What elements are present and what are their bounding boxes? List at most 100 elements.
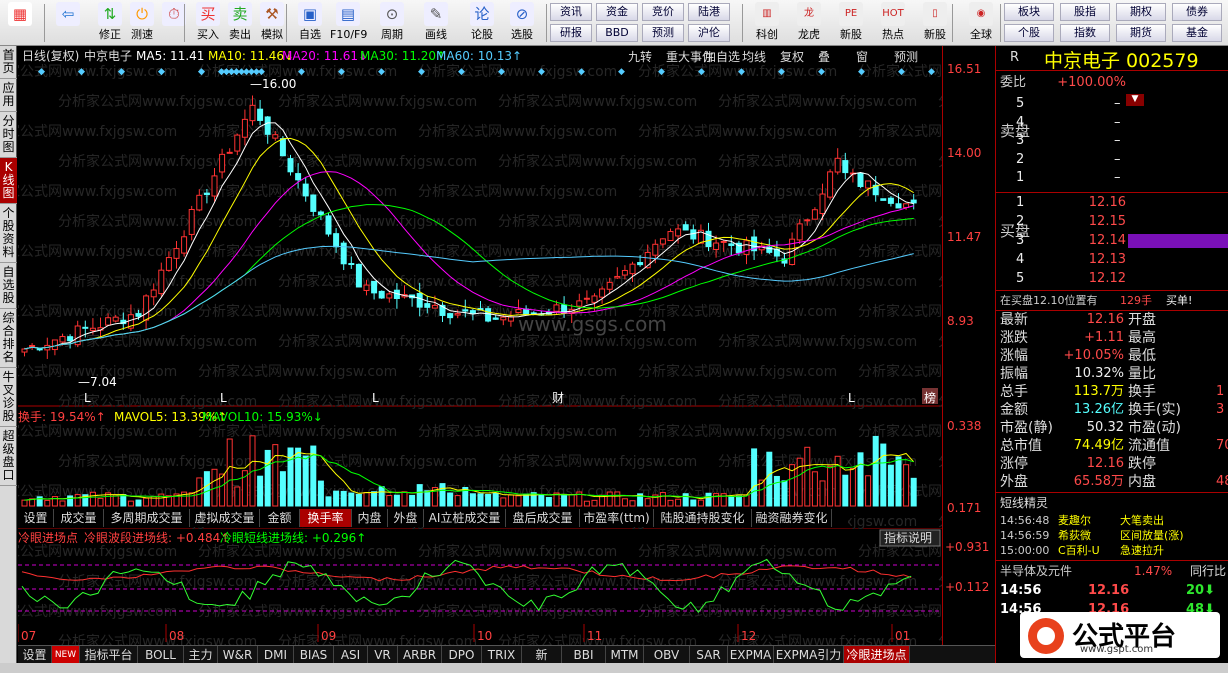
volume-tabs: 设置 成交量 多周期成交量 虚拟成交量 金额 换手率 内盘 外盘 AI立桩成交量 盘后成交量 市盈率…: [18, 509, 848, 527]
indicator-tab[interactable]: BBI: [562, 646, 606, 664]
market-link[interactable]: 期货: [1116, 24, 1166, 42]
vol-tab[interactable]: 多周期成交量: [104, 509, 190, 527]
quick-link[interactable]: 陆港: [688, 3, 730, 21]
market-link[interactable]: 板块: [1004, 3, 1054, 21]
indicator-tab[interactable]: BIAS: [294, 646, 334, 664]
chart-button[interactable]: 加自选: [704, 50, 740, 64]
quick-link[interactable]: BBD: [596, 24, 638, 42]
nav-item-4[interactable]: 个股资料: [0, 204, 17, 263]
modify-button[interactable]: ⇅ 修正: [92, 2, 128, 44]
vol-tab[interactable]: 外盘: [388, 509, 424, 527]
period-button[interactable]: ⊙ 周期: [374, 2, 410, 44]
nav-item-7[interactable]: 牛叉诊股: [0, 368, 17, 427]
quick-link[interactable]: 资讯: [550, 3, 592, 21]
indicator-tab[interactable]: BOLL: [138, 646, 184, 664]
chart-button[interactable]: 窗: [856, 50, 868, 64]
chart-button[interactable]: 预测: [894, 50, 918, 64]
nav-item-0[interactable]: 首页: [0, 46, 17, 79]
chart-button[interactable]: 均线: [742, 50, 766, 64]
vol-tab[interactable]: 设置: [18, 509, 54, 527]
indicator-tab[interactable]: TRIX: [482, 646, 522, 664]
event-marker[interactable]: L: [84, 391, 91, 405]
indicator-tab[interactable]: VR: [368, 646, 398, 664]
buy-button[interactable]: 买买入: [190, 2, 226, 44]
chart-button[interactable]: 复权: [780, 50, 804, 64]
watermark: 分析家公式网www.fxjgsw.com: [498, 573, 697, 590]
indicator-tab[interactable]: 指标平台: [80, 646, 138, 664]
indicator-tab[interactable]: 冷眼进场点: [844, 646, 910, 664]
toolbar-shortcut[interactable]: ▯ 新股: [916, 2, 954, 44]
quick-link[interactable]: 竞价: [642, 3, 684, 21]
watermark: 分析家公式网www.fxjgsw.com: [718, 93, 917, 110]
quick-link[interactable]: 预测: [642, 24, 684, 42]
nav-item-5[interactable]: 自选股: [0, 263, 17, 309]
market-link[interactable]: 指数: [1060, 24, 1110, 42]
market-link[interactable]: 债券: [1172, 3, 1222, 21]
f10-button[interactable]: ▤ F10/F9: [330, 2, 367, 44]
watermark: 分析家公式网www.fxjgsw.com: [638, 123, 837, 140]
nav-item-2[interactable]: 分时图: [0, 112, 17, 158]
quick-link[interactable]: 研报: [550, 24, 592, 42]
select-button[interactable]: ⊘ 选股: [504, 2, 540, 44]
event-marker[interactable]: 榜: [924, 390, 936, 405]
indicator-tab[interactable]: NEW: [52, 646, 80, 664]
indicator-tab[interactable]: EXPMA: [728, 646, 774, 664]
indicator-tab[interactable]: W&R: [218, 646, 258, 664]
vol-tab[interactable]: AI立桩成交量: [424, 509, 506, 527]
back-button[interactable]: ⇦: [50, 2, 86, 44]
kline-chart[interactable]: 分析家公式网www.fxjgsw.com 分析家公式网www.fxjgsw.com…: [18, 46, 942, 646]
vol-tab[interactable]: 陆股通持股变化: [654, 509, 752, 527]
elf-row[interactable]: 15:00:00 C百利-U 急速拉升: [996, 542, 1228, 560]
chart-button[interactable]: 九转: [628, 49, 652, 64]
indicator-tab[interactable]: SAR: [690, 646, 728, 664]
sector-row[interactable]: 半导体及元件 1.47% 同行比: [996, 562, 1228, 580]
toolbar-shortcut[interactable]: HOT 热点: [874, 2, 912, 44]
market-link[interactable]: 股指: [1060, 3, 1110, 21]
indicator-tab[interactable]: DMI: [258, 646, 294, 664]
candle: [249, 104, 256, 122]
toolbar-shortcut[interactable]: PE 新股: [832, 2, 870, 44]
indicator-tab[interactable]: OBV: [644, 646, 690, 664]
nav-item-3[interactable]: K线图: [0, 158, 17, 204]
event-marker[interactable]: L: [220, 391, 227, 405]
market-link[interactable]: 个股: [1004, 24, 1054, 42]
indicator-tab[interactable]: ARBR: [398, 646, 442, 664]
vol-tab[interactable]: 融资融券变化: [752, 509, 832, 527]
speedtest-button[interactable]: ⏻ 测速: [124, 2, 160, 44]
chart-button[interactable]: 叠: [818, 50, 830, 64]
vol-tab[interactable]: 换手率: [300, 509, 352, 527]
toolbar-shortcut[interactable]: ◉ 全球: [962, 2, 1000, 44]
indicator-tab[interactable]: EXPMA引力: [774, 646, 844, 664]
indicator-tab[interactable]: 设置: [18, 646, 52, 664]
draw-button[interactable]: ✎ 画线: [418, 2, 454, 44]
event-marker[interactable]: L: [372, 391, 379, 405]
sell-button[interactable]: 卖卖出: [222, 2, 258, 44]
indicator-tab[interactable]: DPO: [442, 646, 482, 664]
nav-item-8[interactable]: 超级盘口: [0, 427, 17, 486]
vol-tab[interactable]: 金额: [260, 509, 300, 527]
nav-item-6[interactable]: 综合排名: [0, 309, 17, 368]
market-link[interactable]: 期权: [1116, 3, 1166, 21]
vol-tab[interactable]: 市盈率(ttm): [580, 509, 654, 527]
event-marker[interactable]: 财: [552, 391, 564, 405]
indicator-tab[interactable]: MTM: [606, 646, 644, 664]
simulate-button[interactable]: ⚒ 模拟: [254, 2, 290, 44]
quick-link[interactable]: 沪伦: [688, 24, 730, 42]
vol-tab[interactable]: 成交量: [54, 509, 104, 527]
quick-link[interactable]: 资金: [596, 3, 638, 21]
nav-item-1[interactable]: 应用: [0, 79, 17, 112]
toolbar-shortcut[interactable]: 龙龙虎: [790, 2, 828, 44]
indicator-tab[interactable]: 主力: [184, 646, 218, 664]
app-icon[interactable]: ▦: [2, 2, 38, 44]
event-marker[interactable]: L: [848, 391, 855, 405]
market-link[interactable]: 基金: [1172, 24, 1222, 42]
indicator-tab[interactable]: ASI: [334, 646, 368, 664]
stockreview-button[interactable]: 论论股: [464, 2, 500, 44]
vol-tab[interactable]: 盘后成交量: [506, 509, 580, 527]
clock-button[interactable]: ⏱: [156, 2, 192, 44]
toolbar-shortcut[interactable]: ▥ 科创: [748, 2, 786, 44]
vol-tab[interactable]: 内盘: [352, 509, 388, 527]
watchlist-button[interactable]: ▣ 自选: [292, 2, 328, 44]
indicator-tab[interactable]: 新DMA: [522, 646, 562, 673]
vol-tab[interactable]: 虚拟成交量: [190, 509, 260, 527]
